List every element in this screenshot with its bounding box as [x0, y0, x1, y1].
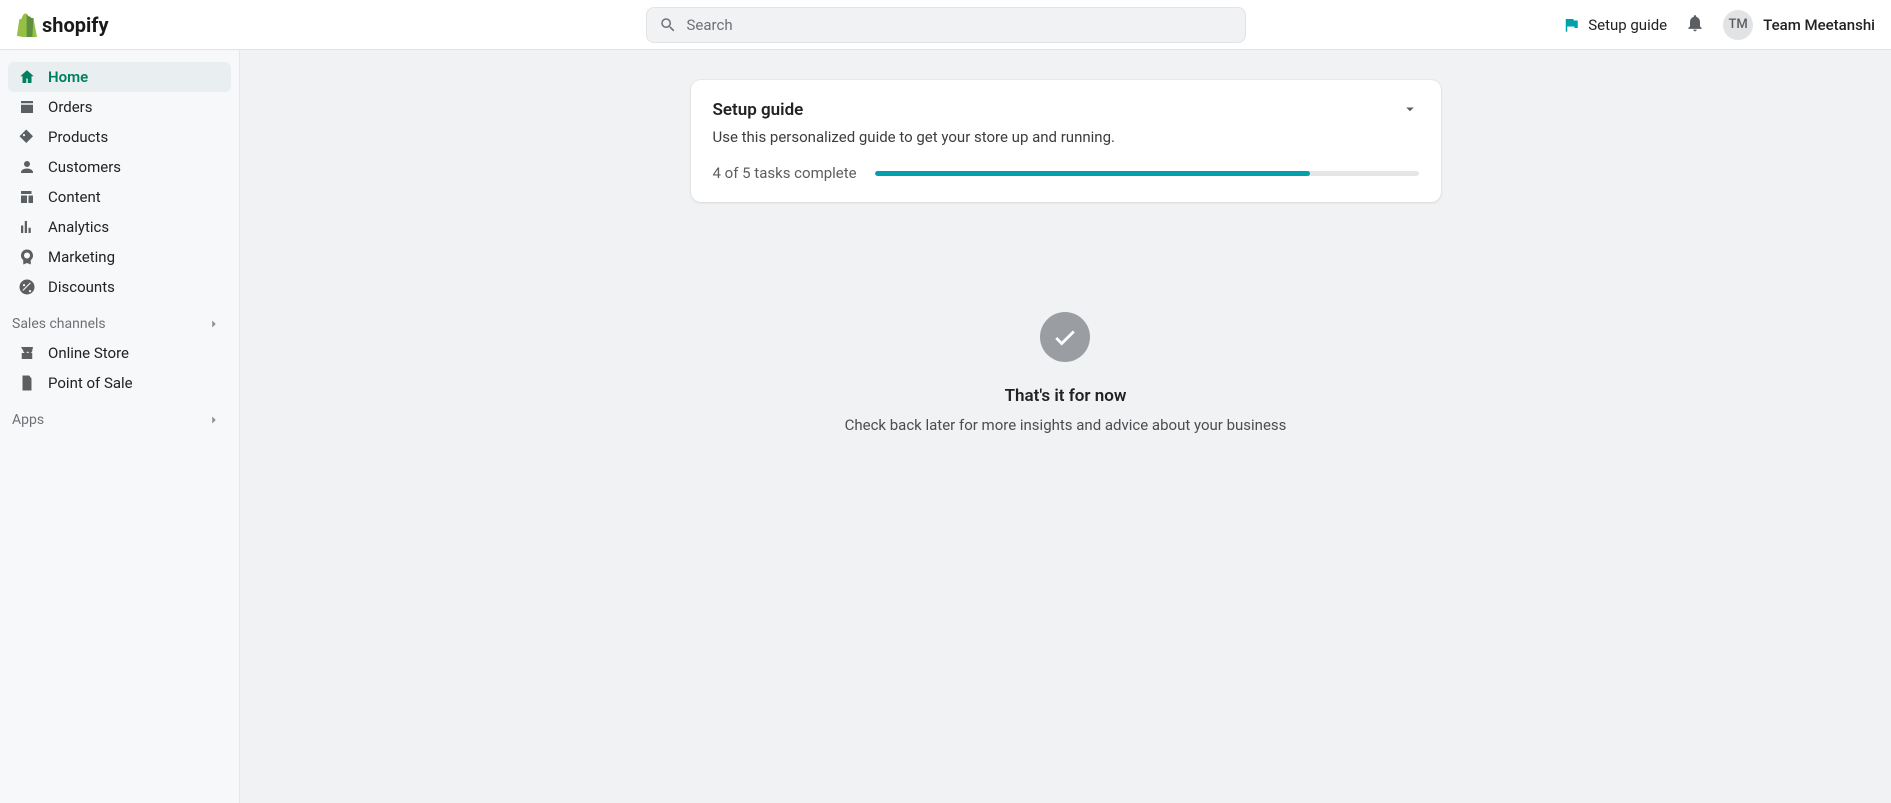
check-icon — [1052, 324, 1078, 350]
marketing-icon — [18, 248, 36, 266]
setup-guide-label: Setup guide — [1588, 16, 1667, 34]
empty-state: That's it for now Check back later for m… — [845, 312, 1287, 434]
empty-subtitle: Check back later for more insights and a… — [845, 416, 1287, 434]
flag-icon — [1562, 16, 1580, 34]
home-icon — [18, 68, 36, 86]
setup-guide-card: Setup guide Use this personalized guide … — [691, 80, 1441, 202]
progress-label: 4 of 5 tasks complete — [713, 164, 857, 182]
sidebar-item-customers[interactable]: Customers — [8, 152, 231, 182]
sidebar-item-discounts[interactable]: Discounts — [8, 272, 231, 302]
search-box[interactable] — [646, 7, 1246, 43]
sidebar-item-marketing[interactable]: Marketing — [8, 242, 231, 272]
chevron-down-icon — [1401, 100, 1419, 118]
channel-item-label: Online Store — [48, 344, 129, 362]
sidebar-item-label: Content — [48, 188, 101, 206]
sidebar-item-products[interactable]: Products — [8, 122, 231, 152]
sidebar: Home Orders Products Customers Content Analyt… — [0, 50, 240, 803]
bell-icon — [1685, 13, 1705, 33]
shopify-bag-icon — [16, 13, 38, 37]
user-name: Team Meetanshi — [1763, 16, 1875, 34]
sidebar-item-label: Discounts — [48, 278, 115, 296]
progress-fill — [875, 171, 1310, 176]
apps-header[interactable]: Apps — [8, 402, 231, 434]
setup-guide-link[interactable]: Setup guide — [1562, 16, 1667, 34]
analytics-icon — [18, 218, 36, 236]
customers-icon — [18, 158, 36, 176]
search-icon — [659, 16, 677, 34]
sales-channels-label: Sales channels — [12, 316, 106, 332]
progress-row: 4 of 5 tasks complete — [713, 164, 1419, 182]
content-icon — [18, 188, 36, 206]
top-bar: shopify Setup guide TM Team Meetanshi — [0, 0, 1891, 50]
notifications-button[interactable] — [1685, 13, 1705, 37]
main-content: Setup guide Use this personalized guide … — [240, 50, 1891, 803]
orders-icon — [18, 98, 36, 116]
brand-logo[interactable]: shopify — [16, 13, 109, 37]
brand-name: shopify — [42, 13, 109, 37]
sidebar-item-content[interactable]: Content — [8, 182, 231, 212]
empty-title: That's it for now — [845, 386, 1287, 406]
sidebar-item-label: Products — [48, 128, 108, 146]
store-icon — [18, 344, 36, 362]
progress-bar — [875, 171, 1419, 176]
channel-item-label: Point of Sale — [48, 374, 133, 392]
search-wrapper — [646, 7, 1246, 43]
setup-card-subtitle: Use this personalized guide to get your … — [713, 128, 1115, 146]
discounts-icon — [18, 278, 36, 296]
avatar: TM — [1723, 10, 1753, 40]
sidebar-item-analytics[interactable]: Analytics — [8, 212, 231, 242]
user-menu[interactable]: TM Team Meetanshi — [1723, 10, 1875, 40]
chevron-right-icon — [207, 317, 221, 331]
sidebar-item-home[interactable]: Home — [8, 62, 231, 92]
sales-channels-nav: Online Store Point of Sale — [8, 338, 231, 398]
sales-channels-header[interactable]: Sales channels — [8, 306, 231, 338]
sidebar-item-label: Home — [48, 68, 88, 86]
sidebar-item-label: Customers — [48, 158, 121, 176]
setup-card-title: Setup guide — [713, 100, 1115, 120]
sidebar-item-label: Marketing — [48, 248, 115, 266]
pos-icon — [18, 374, 36, 392]
products-icon — [18, 128, 36, 146]
channel-item-online-store[interactable]: Online Store — [8, 338, 231, 368]
chevron-right-icon — [207, 413, 221, 427]
sidebar-item-label: Analytics — [48, 218, 109, 236]
apps-label: Apps — [12, 412, 44, 428]
top-right-actions: Setup guide TM Team Meetanshi — [1562, 10, 1875, 40]
sidebar-item-label: Orders — [48, 98, 93, 116]
search-input[interactable] — [687, 16, 1233, 34]
sidebar-item-orders[interactable]: Orders — [8, 92, 231, 122]
channel-item-point-of-sale[interactable]: Point of Sale — [8, 368, 231, 398]
primary-nav: Home Orders Products Customers Content Analyt… — [8, 62, 231, 302]
setup-card-toggle[interactable] — [1401, 100, 1419, 122]
empty-check-circle — [1040, 312, 1090, 362]
